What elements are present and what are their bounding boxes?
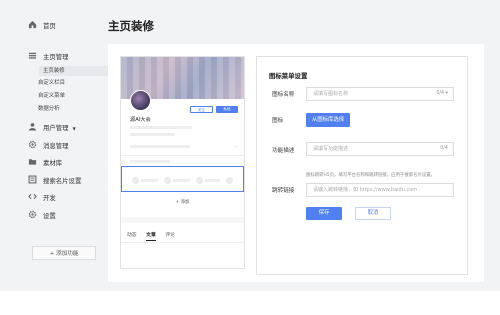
sub-item-data-analysis[interactable]: 数据分析 — [38, 104, 60, 114]
sub-item-custom-menu[interactable]: 自定义菜单 — [38, 91, 65, 101]
nav-card-settings[interactable]: 搜索名片设置 — [28, 175, 81, 187]
profile-name: 源AI大会 — [130, 117, 151, 123]
menu-icon-slot — [164, 177, 171, 184]
link-input[interactable]: 请输入跳转链接，如 https://www.baidu.com — [306, 183, 454, 197]
placeholder-line — [204, 179, 220, 182]
nav-settings[interactable]: 设置 — [28, 210, 56, 222]
nav-home-label: 首页 — [43, 22, 56, 30]
icon-name-placeholder: 请填写图标名称 — [313, 91, 349, 97]
placeholder-line — [130, 133, 174, 136]
nav-message-mgmt-label: 消息管理 — [43, 142, 69, 150]
placeholder-line — [172, 179, 190, 182]
sub-item-custom-column[interactable]: 自定义栏目 — [38, 78, 65, 88]
menu-icon-slot — [226, 177, 233, 184]
sidebar: 首页 主页管理 主页装修 自定义栏目 自定义菜单 数据分析 用户管理 ▼ 消息管… — [22, 10, 119, 291]
tab-feed[interactable]: 动态 — [127, 233, 137, 238]
icon-name-counter: 0/4 ▾ — [436, 91, 448, 96]
chevron-down-icon: ⌄ — [234, 143, 238, 148]
panel-title: 图标菜单设置 — [269, 72, 308, 80]
sub-item-homepage-decor[interactable]: 主页装修 — [39, 66, 119, 76]
home-icon — [28, 20, 37, 29]
tab-comments[interactable]: 评论 — [165, 233, 175, 238]
placeholder-line — [130, 145, 190, 148]
tab-articles[interactable]: 文章 — [146, 233, 156, 238]
user-icon — [28, 122, 37, 131]
placeholder-line — [130, 126, 192, 129]
nav-develop[interactable]: 开发 — [28, 192, 56, 204]
desc-counter: 0/4 — [440, 146, 448, 151]
desc-hint: 图标跳转H5页，填写平台名称和跳转链接，应用于搜索名片设置。 — [306, 173, 436, 178]
card-icon — [28, 175, 37, 184]
nav-message-mgmt[interactable]: 消息管理 — [28, 140, 69, 152]
chevron-down-icon: ▾ — [445, 91, 448, 96]
cancel-button[interactable]: 取消 — [355, 207, 391, 220]
save-button[interactable]: 保存 — [306, 207, 342, 220]
nav-user-mgmt[interactable]: 用户管理 ▼ — [28, 122, 76, 134]
nav-develop-label: 开发 — [43, 194, 56, 202]
desc-placeholder: 请填写功能描述 — [313, 146, 349, 152]
nav-library-label: 素材库 — [43, 159, 63, 167]
follow-button[interactable]: 关注 — [190, 106, 213, 113]
main-card: 关注 私信 源AI大会 ⌄ + 添加 动态 文章 评论 图标菜单设置 图标名称 … — [108, 44, 484, 282]
avatar[interactable] — [130, 90, 151, 111]
nav-user-mgmt-label: 用户管理 — [43, 124, 69, 132]
settings-icon — [28, 210, 37, 219]
desc-input[interactable]: 请填写功能描述 0/4 — [306, 142, 454, 156]
nav-homepage-mgmt[interactable]: 主页管理 — [28, 51, 69, 63]
icon-name-label: 图标名称 — [272, 92, 295, 98]
nav-library[interactable]: 素材库 — [28, 157, 62, 169]
divider — [121, 242, 244, 243]
link-placeholder: 请输入跳转链接，如 https://www.baidu.com — [313, 187, 418, 193]
icon-menu-settings-panel: 图标菜单设置 图标名称 请填写图标名称 0/4 ▾ 图标 从图标库选择 功能描述… — [256, 56, 468, 275]
divider — [121, 217, 244, 223]
content-tabs: 动态 文章 评论 — [127, 231, 183, 238]
icon-name-input[interactable]: 请填写图标名称 0/4 ▾ — [306, 87, 454, 101]
nav-home[interactable]: 首页 — [28, 20, 56, 32]
folder-icon — [28, 157, 37, 166]
add-function-button[interactable]: + 添加功能 — [32, 246, 96, 260]
list-icon — [28, 51, 37, 60]
page-title: 主页装修 — [108, 19, 154, 33]
choose-icon-button[interactable]: 从图标库选择 — [306, 113, 350, 127]
icon-label: 图标 — [272, 118, 284, 124]
desc-label: 功能描述 — [272, 148, 295, 154]
add-block-button[interactable]: + 添加 — [121, 199, 244, 205]
placeholder-line — [130, 160, 170, 163]
nav-homepage-mgmt-label: 主页管理 — [43, 53, 69, 61]
menu-icon-slot — [132, 177, 139, 184]
phone-preview: 关注 私信 源AI大会 ⌄ + 添加 动态 文章 评论 — [120, 56, 245, 269]
divider — [121, 155, 244, 156]
chevron-down-icon: ▼ — [72, 126, 76, 131]
app-window: 首页 主页管理 主页装修 自定义栏目 自定义菜单 数据分析 用户管理 ▼ 消息管… — [0, 0, 500, 291]
menu-icon-slot — [196, 177, 203, 184]
gear-icon — [28, 140, 37, 149]
link-label: 跳转链接 — [272, 188, 295, 194]
placeholder-line — [140, 179, 158, 182]
nav-settings-label: 设置 — [43, 212, 56, 220]
icon-menu-block[interactable] — [121, 166, 244, 192]
nav-card-settings-label: 搜索名片设置 — [43, 177, 82, 185]
message-button[interactable]: 私信 — [216, 106, 238, 113]
code-icon — [28, 192, 37, 201]
